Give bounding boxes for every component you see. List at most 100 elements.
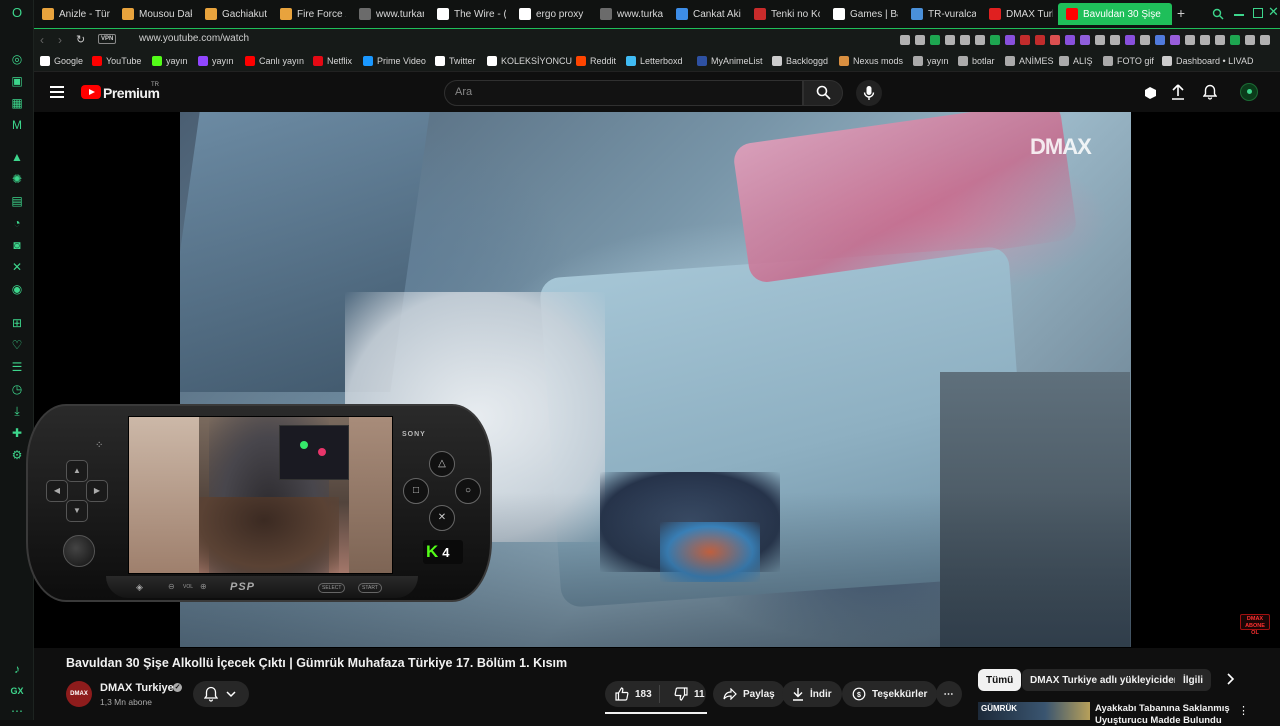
- recommended-title[interactable]: Ayakkabı Tabanına Saklanmış: [1095, 703, 1230, 714]
- url-field[interactable]: www.youtube.com/watch: [139, 33, 249, 44]
- bookmark-item[interactable]: Letterboxd: [626, 56, 683, 66]
- extension-1-icon[interactable]: [900, 35, 910, 45]
- search-tabs-icon[interactable]: [1212, 8, 1224, 20]
- extension-10-icon[interactable]: [1035, 35, 1045, 45]
- chip-related[interactable]: İlgili: [1175, 669, 1211, 691]
- youtube-logo-icon[interactable]: [81, 85, 101, 99]
- tab-3[interactable]: Gachiakuta: [197, 3, 267, 25]
- extension-19-icon[interactable]: [1170, 35, 1180, 45]
- bookmark-item[interactable]: yayın: [152, 56, 188, 66]
- extension-3-icon[interactable]: [930, 35, 940, 45]
- extension-24-icon[interactable]: [1245, 35, 1255, 45]
- minimize-button[interactable]: [1234, 14, 1244, 16]
- tab-9[interactable]: Cankat Aki's: [668, 3, 741, 25]
- extensions-icon[interactable]: ✚: [10, 426, 24, 440]
- bookmark-item[interactable]: ALIŞ: [1059, 56, 1093, 66]
- tab-10[interactable]: Tenki no Ko: [746, 3, 820, 25]
- extension-12-icon[interactable]: [1065, 35, 1075, 45]
- bookmark-item[interactable]: MyAnimeList: [697, 56, 763, 66]
- extension-14-icon[interactable]: [1095, 35, 1105, 45]
- thanks-button[interactable]: $ Teşekkürler: [842, 681, 938, 707]
- bookmark-item[interactable]: ANİMES: [1005, 56, 1054, 66]
- instagram-icon[interactable]: ◙: [10, 238, 24, 252]
- bookmark-item[interactable]: Prime Video: [363, 56, 426, 66]
- bookmark-item[interactable]: Canlı yayın: [245, 56, 304, 66]
- extension-2-icon[interactable]: [915, 35, 925, 45]
- heart-icon[interactable]: ♡: [10, 338, 24, 352]
- extension-25-icon[interactable]: [1260, 35, 1270, 45]
- extension-7-icon[interactable]: [990, 35, 1000, 45]
- bookmark-item[interactable]: Dashboard • LIVAD: [1162, 56, 1254, 66]
- tab-7[interactable]: ergo proxy: [511, 3, 587, 25]
- gx-cleaner-icon[interactable]: ▦: [10, 96, 24, 110]
- recommended-title-line2[interactable]: Uyuşturucu Madde Bulundu: [1095, 715, 1222, 726]
- extension-5-icon[interactable]: [960, 35, 970, 45]
- discord-icon[interactable]: ◉: [10, 282, 24, 296]
- extension-21-icon[interactable]: [1200, 35, 1210, 45]
- whatsapp-icon[interactable]: ◔: [10, 216, 24, 230]
- tabs-icon[interactable]: ☰: [10, 360, 24, 374]
- tab-6[interactable]: The Wire - (: [429, 3, 506, 25]
- tab-12[interactable]: TR-vuralcan: [903, 3, 976, 25]
- channel-avatar[interactable]: DMAX: [66, 681, 92, 707]
- notifications-bell-icon[interactable]: [1203, 84, 1217, 100]
- create-icon[interactable]: [1143, 85, 1158, 100]
- bookmark-item[interactable]: FOTO gif: [1103, 56, 1154, 66]
- extension-23-icon[interactable]: [1230, 35, 1240, 45]
- bookmark-item[interactable]: Backloggd: [772, 56, 828, 66]
- recommended-menu-icon[interactable]: ⋮: [1238, 704, 1249, 717]
- gx-mods-icon[interactable]: M: [10, 118, 24, 132]
- bookmark-item[interactable]: Reddit: [576, 56, 616, 66]
- tab-11[interactable]: Games | Ba: [825, 3, 898, 25]
- vpn-badge[interactable]: VPN: [98, 34, 117, 44]
- extension-6-icon[interactable]: [975, 35, 985, 45]
- gx-corner-icon[interactable]: ▣: [10, 74, 24, 88]
- extension-20-icon[interactable]: [1185, 35, 1195, 45]
- bookmark-item[interactable]: Twitter: [435, 56, 476, 66]
- forward-button[interactable]: ›: [58, 33, 62, 47]
- bookmark-item[interactable]: yayın: [198, 56, 234, 66]
- hamburger-menu-icon[interactable]: [50, 86, 64, 98]
- tab-13[interactable]: DMAX Turk: [981, 3, 1053, 25]
- dmax-subscribe-badge[interactable]: DMAX ABONE OL: [1240, 614, 1270, 636]
- download-button[interactable]: İndir: [782, 681, 842, 707]
- more-actions-button[interactable]: ⋯: [936, 681, 962, 707]
- extension-22-icon[interactable]: [1215, 35, 1225, 45]
- bookmark-item[interactable]: botlar: [958, 56, 995, 66]
- more-icon[interactable]: ⋯: [10, 704, 24, 718]
- bookmark-item[interactable]: Nexus mods: [839, 56, 903, 66]
- bookmark-item[interactable]: yayın: [913, 56, 949, 66]
- upload-icon[interactable]: [1171, 84, 1185, 100]
- tab-2[interactable]: Mousou Dak: [114, 3, 192, 25]
- chip-from-uploader[interactable]: DMAX Turkiye adlı yükleyiciden: [1022, 669, 1188, 691]
- chip-all[interactable]: Tümü: [978, 669, 1022, 691]
- dislike-button[interactable]: 11: [666, 687, 705, 701]
- extension-8-icon[interactable]: [1005, 35, 1015, 45]
- gx-control-icon[interactable]: ◎: [10, 52, 24, 66]
- extension-15-icon[interactable]: [1110, 35, 1120, 45]
- workspaces-icon[interactable]: ⊞: [10, 316, 24, 330]
- extension-11-icon[interactable]: [1050, 35, 1060, 45]
- back-button[interactable]: ‹: [40, 33, 44, 47]
- share-button[interactable]: Paylaş: [713, 681, 785, 707]
- like-button[interactable]: 183: [605, 685, 660, 703]
- bookmark-item[interactable]: Netflix: [313, 56, 352, 66]
- tab-1[interactable]: Anizle - Türk: [34, 3, 110, 25]
- chatgpt-icon[interactable]: ✺: [10, 172, 24, 186]
- bookmark-item[interactable]: YouTube: [92, 56, 141, 66]
- bookmark-item[interactable]: KOLEKSİYONCU: [487, 56, 572, 66]
- chips-next-button[interactable]: [1225, 672, 1235, 686]
- tab-4[interactable]: Fire Force 2: [272, 3, 346, 25]
- extension-9-icon[interactable]: [1020, 35, 1030, 45]
- recommended-thumbnail[interactable]: GÜMRÜK: [978, 702, 1090, 720]
- aria-icon[interactable]: ▲: [10, 150, 24, 164]
- opera-logo-icon[interactable]: O: [10, 6, 24, 20]
- reload-button[interactable]: ↻: [76, 33, 85, 46]
- settings-icon[interactable]: ⚙: [10, 448, 24, 462]
- new-tab-button[interactable]: +: [1174, 5, 1188, 21]
- tab-14[interactable]: Bavuldan 30 Şişe: [1058, 3, 1172, 25]
- search-input[interactable]: Ara: [455, 86, 472, 98]
- x-twitter-icon[interactable]: ✕: [10, 260, 24, 274]
- twitch-icon[interactable]: ▤: [10, 194, 24, 208]
- extension-4-icon[interactable]: [945, 35, 955, 45]
